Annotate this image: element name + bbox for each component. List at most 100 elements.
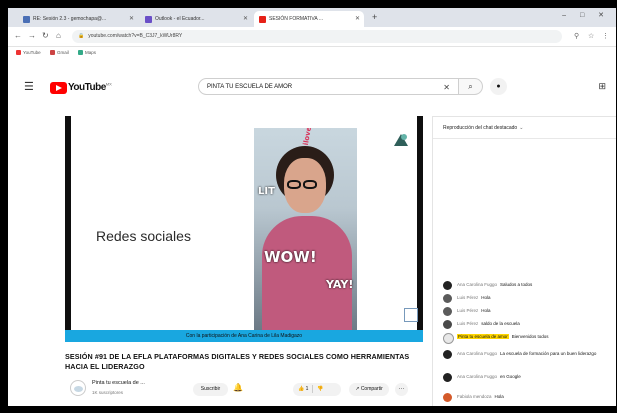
home-icon[interactable]: ⌂ xyxy=(56,31,61,40)
slide-heading: Redes sociales xyxy=(96,228,191,244)
chat-message-body: Luis Pérez saldo de la escuela xyxy=(457,321,609,327)
presenter-webcam: WOW! YAY! ilove LIT xyxy=(254,128,357,330)
chat-author-name[interactable]: Ana Carolina Fuggo xyxy=(457,282,497,287)
chat-header-label: Reproducción del chat destacado xyxy=(443,125,518,131)
chat-message-text: Saludos a todos xyxy=(500,282,533,287)
chat-author-name[interactable]: Pinta tu escuela de amor xyxy=(457,334,509,339)
video-player[interactable]: Redes sociales WOW! YAY! ilove LIT Con l… xyxy=(65,116,423,342)
channel-name[interactable]: Pinta tu escuela de ... xyxy=(92,380,145,386)
reload-icon[interactable]: ↻ xyxy=(42,31,49,40)
lock-icon: 🔒 xyxy=(78,33,85,39)
clear-search-icon[interactable]: ✕ xyxy=(443,79,450,96)
forward-icon[interactable]: → xyxy=(28,31,36,40)
play-logo-icon xyxy=(50,81,67,94)
chat-author-name[interactable]: Luis Pérez xyxy=(457,295,478,300)
more-actions-button[interactable]: ··· xyxy=(395,383,408,396)
youtube-logo[interactable]: YouTubeMX xyxy=(50,79,112,94)
bookmark-icon xyxy=(16,50,21,56)
share-button[interactable]: ↗ Compartir xyxy=(349,383,389,396)
bookmark-label: Gmail xyxy=(56,50,69,55)
chat-message-text: La escuela de formación para un buen lid… xyxy=(500,351,597,356)
tab-strip: RE: Sesión 2.3 - gemochapa@... ✕ Outlook … xyxy=(8,8,616,27)
hamburger-menu-icon[interactable]: ☰ xyxy=(24,80,34,93)
lit-sticker: LIT xyxy=(258,186,275,197)
tab-1[interactable]: RE: Sesión 2.3 - gemochapa@... ✕ xyxy=(18,11,138,27)
youtube-header: ☰ YouTubeMX PINTA TU ESCUELA DE AMOR ✕ ⌕… xyxy=(8,63,616,109)
chat-message-body: Ana Carolina Fuggo Saludos a todos xyxy=(457,282,609,288)
chat-author-avatar[interactable] xyxy=(443,281,452,290)
chat-message-body: Ana Carolina Fuggo en Google xyxy=(457,374,609,380)
chat-author-avatar[interactable] xyxy=(443,373,452,382)
presenter-body xyxy=(262,216,352,330)
chat-message-body: Ana Carolina Fuggo La escuela de formació… xyxy=(457,351,609,357)
chat-author-name[interactable]: Ana Carolina Fuggo xyxy=(457,351,497,356)
subscribe-button[interactable]: Suscribir xyxy=(193,383,228,396)
live-chat-panel: Reproducción del chat destacado ⌄ Ana Car… xyxy=(432,116,616,406)
bookmark-youtube[interactable]: YouTube xyxy=(16,47,41,59)
yay-sticker: YAY! xyxy=(326,278,354,291)
microphone-icon[interactable]: ● xyxy=(490,78,507,95)
tab-close-icon[interactable]: ✕ xyxy=(243,11,248,27)
omnibox[interactable]: 🔒 youtube.com/watch?v=B_C3J7_kWUr8RY xyxy=(72,30,562,43)
tab-favicon xyxy=(145,15,152,23)
star-icon[interactable]: ☆ xyxy=(588,32,594,40)
tab-favicon xyxy=(23,15,30,23)
chevron-down-icon[interactable]: ⌄ xyxy=(519,125,523,131)
glasses-icon xyxy=(287,176,323,189)
video-caption-banner: Con la participación de Ana Carina de Li… xyxy=(65,330,423,342)
window-controls[interactable]: – □ ✕ xyxy=(562,11,610,19)
tab-close-icon[interactable]: ✕ xyxy=(129,11,134,27)
chat-author-avatar[interactable] xyxy=(443,320,452,329)
back-icon[interactable]: ← xyxy=(14,31,22,40)
chat-message-text: Hola xyxy=(481,308,491,313)
logo-text: YouTube xyxy=(68,82,106,94)
search-input[interactable]: PINTA TU ESCUELA DE AMOR ✕ xyxy=(198,78,459,95)
chat-author-name[interactable]: Fabiola mendoza xyxy=(457,394,492,399)
ilove-sticker: ilove xyxy=(301,128,314,147)
search-value: PINTA TU ESCUELA DE AMOR xyxy=(207,84,293,90)
tab-3-active[interactable]: SESIÓN FORMATIVA ... ✕ xyxy=(254,11,364,27)
chat-author-avatar[interactable] xyxy=(443,307,452,316)
bell-icon[interactable]: 🔔 xyxy=(233,383,243,392)
chat-author-name[interactable]: Ana Carolina Fuggo xyxy=(457,374,497,379)
bookmark-maps[interactable]: Maps xyxy=(77,47,96,59)
url-text: youtube.com/watch?v=B_C3J7_kWUr8RY xyxy=(88,33,183,39)
bookmark-label: Maps xyxy=(84,50,96,55)
channel-row: Pinta tu escuela de ... 1K suscriptores … xyxy=(65,378,445,402)
address-bar-row: ← → ↻ ⌂ 🔒 youtube.com/watch?v=B_C3J7_kWUr… xyxy=(8,27,616,47)
channel-avatar[interactable] xyxy=(70,380,86,396)
like-dislike-group: 👍 1 👎 xyxy=(293,383,341,396)
tab-label: SESIÓN FORMATIVA ... xyxy=(269,16,323,22)
tab-label: RE: Sesión 2.3 - gemochapa@... xyxy=(33,16,107,22)
chat-message-text: saldo de la escuela xyxy=(481,321,520,326)
new-tab-button[interactable]: + xyxy=(372,12,377,22)
like-button[interactable]: 👍 1 xyxy=(298,386,308,392)
chat-author-name[interactable]: Luis Pérez xyxy=(457,308,478,313)
chat-author-avatar[interactable] xyxy=(443,294,452,303)
bookmark-gmail[interactable]: Gmail xyxy=(49,47,69,59)
chat-author-name[interactable]: Luis Pérez xyxy=(457,321,478,326)
chat-message-text: Hola xyxy=(481,295,491,300)
divider xyxy=(312,384,314,393)
chat-message-text: Bienvenidos todos xyxy=(511,334,549,339)
subscriber-count: 1K suscriptores xyxy=(92,390,124,395)
tab-favicon xyxy=(259,15,266,23)
chat-message-body: Pinta tu escuela de amor Bienvenidos todo… xyxy=(457,334,609,340)
presentation-slide: Redes sociales WOW! YAY! ilove LIT xyxy=(71,116,418,330)
bookmark-label: YouTube xyxy=(23,50,41,55)
search-button[interactable]: ⌕ xyxy=(459,78,483,95)
create-icon[interactable]: ⊞ xyxy=(598,81,606,92)
tab-close-icon[interactable]: ✕ xyxy=(355,11,360,27)
chat-header[interactable]: Reproducción del chat destacado ⌄ xyxy=(433,117,616,139)
chat-message-text: en Google xyxy=(500,374,521,379)
chat-author-avatar[interactable] xyxy=(443,350,452,359)
dislike-button[interactable]: 👎 xyxy=(317,386,323,392)
wow-sticker: WOW! xyxy=(264,248,317,266)
corner-logo-icon xyxy=(404,308,418,322)
tab-2[interactable]: Outlook - el Ecuador... ✕ xyxy=(140,11,252,27)
menu-icon[interactable]: ⋮ xyxy=(602,32,609,40)
chat-author-avatar[interactable] xyxy=(443,393,452,402)
extension-icon[interactable]: ⚲ xyxy=(574,32,579,40)
chat-author-avatar[interactable] xyxy=(443,333,454,344)
chat-message-body: Fabiola mendoza Hola xyxy=(457,394,609,400)
